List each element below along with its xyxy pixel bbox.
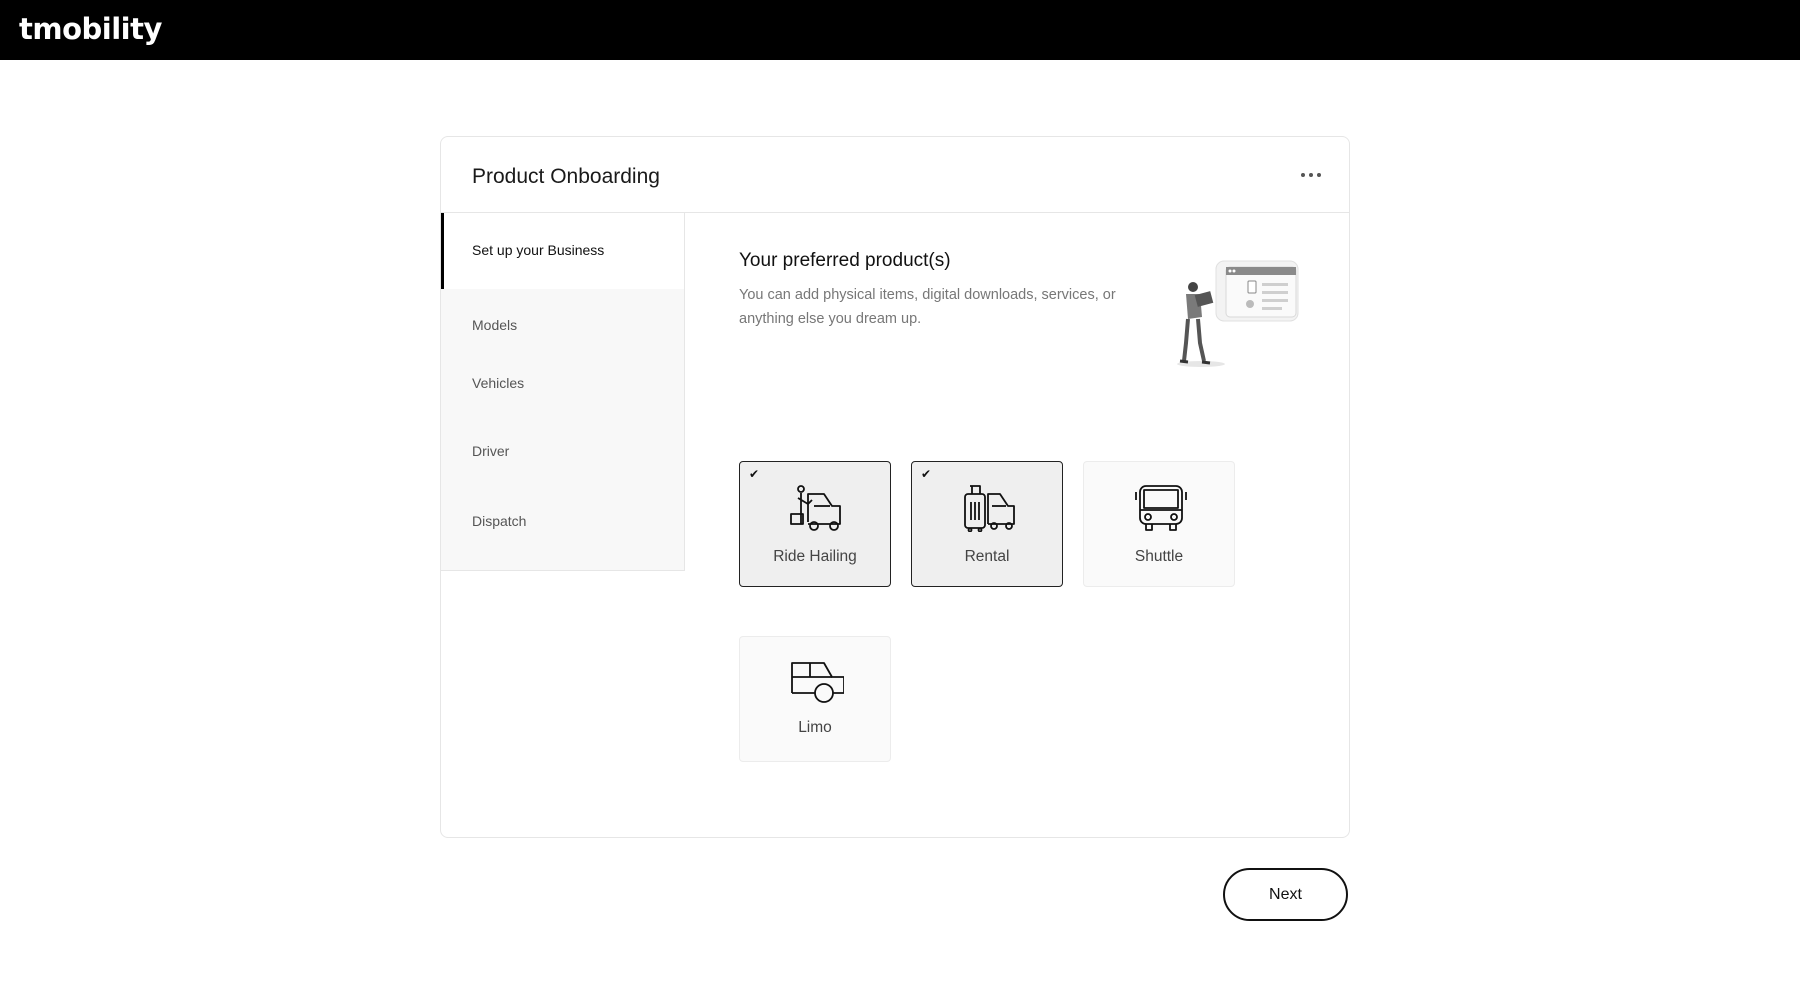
check-icon: ✔ xyxy=(921,467,932,481)
product-label: Shuttle xyxy=(1134,548,1184,565)
more-options-icon[interactable] xyxy=(1291,161,1331,189)
product-tile-rental[interactable]: ✔ Rental xyxy=(911,461,1063,587)
next-button[interactable]: Next xyxy=(1223,868,1348,921)
rental-luggage-icon xyxy=(964,485,1015,532)
top-bar: tmobility xyxy=(0,0,1800,60)
sidebar-item-label: Dispatch xyxy=(472,513,527,529)
bus-icon xyxy=(1135,485,1187,531)
person-with-box-illustration xyxy=(1166,247,1311,372)
product-tile-shuttle[interactable]: Shuttle xyxy=(1083,461,1235,587)
product-label: Rental xyxy=(964,548,1010,565)
onboarding-steps-nav: Set up your Business Models Vehicles Dri… xyxy=(441,213,685,571)
onboarding-card: Product Onboarding Set up your Business … xyxy=(440,136,1350,838)
product-label: Limo xyxy=(798,719,832,736)
brand-logo[interactable]: tmobility xyxy=(19,12,162,46)
sidebar-item-label: Vehicles xyxy=(472,375,525,391)
product-label: Ride Hailing xyxy=(773,548,857,565)
sidebar-item-driver[interactable]: Driver xyxy=(441,405,684,475)
section-description: You can add physical items, digital down… xyxy=(739,287,1116,327)
product-tile-limo[interactable]: Limo xyxy=(739,636,891,762)
limo-car-icon xyxy=(791,662,844,703)
sidebar-item-label: Set up your Business xyxy=(472,242,605,258)
sidebar-item-models[interactable]: Models xyxy=(441,289,684,345)
sidebar-item-set-up-business[interactable]: Set up your Business xyxy=(441,213,684,289)
product-tile-ride-hailing[interactable]: ✔ Ride Hailing xyxy=(739,461,891,587)
sidebar-item-vehicles[interactable]: Vehicles xyxy=(441,345,684,405)
card-header: Product Onboarding xyxy=(441,137,1349,213)
sidebar-item-label: Driver xyxy=(472,443,510,459)
sidebar-item-dispatch[interactable]: Dispatch xyxy=(441,475,684,545)
ride-hailing-icon xyxy=(790,485,841,531)
section-title: Your preferred product(s) xyxy=(739,250,951,271)
check-icon: ✔ xyxy=(749,467,760,481)
page-title: Product Onboarding xyxy=(472,165,660,188)
sidebar-item-label: Models xyxy=(472,317,518,333)
